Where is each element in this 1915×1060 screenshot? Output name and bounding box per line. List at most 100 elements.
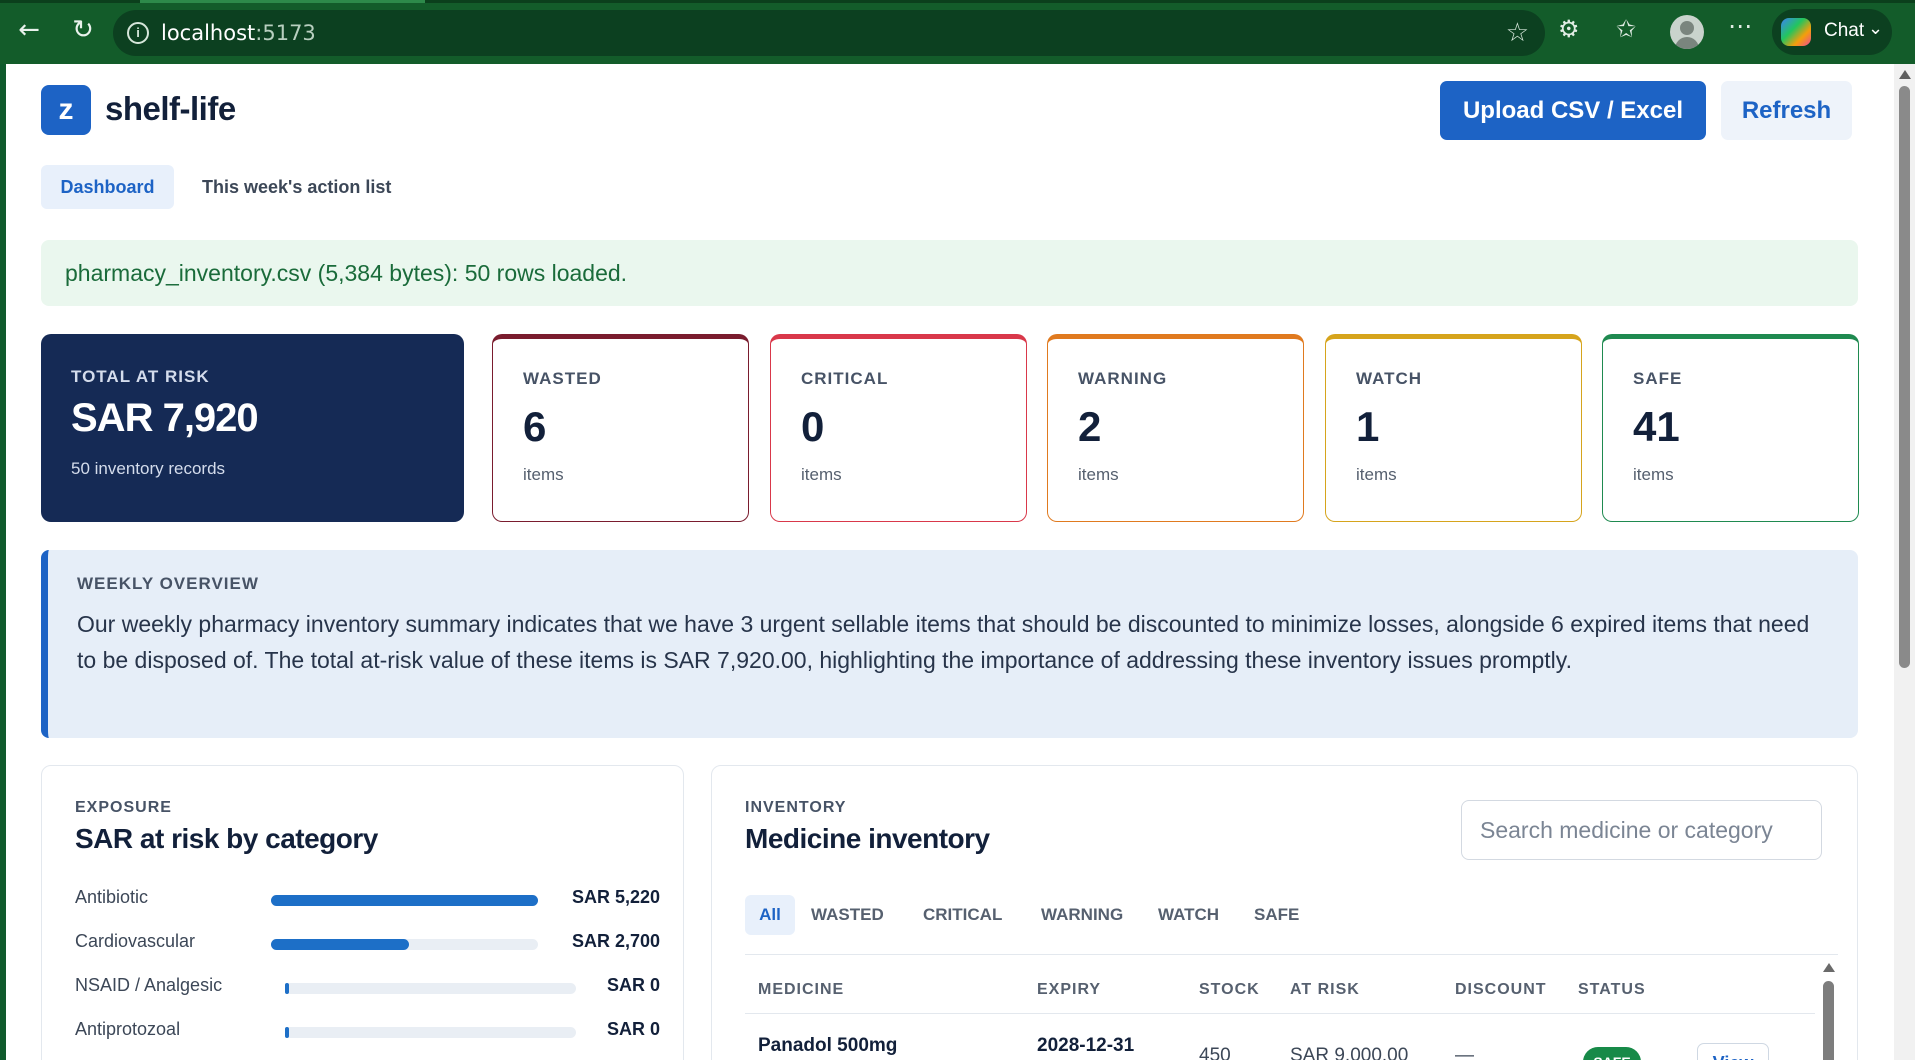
stat-unit: items [1633, 465, 1674, 484]
total-at-risk-label: TOTAL AT RISK [71, 367, 210, 386]
stat-label: WATCH [1356, 369, 1423, 388]
page-scroll-thumb[interactable] [1899, 86, 1910, 668]
view-button[interactable]: View [1697, 1043, 1769, 1060]
column-header-expiry[interactable]: EXPIRY [1037, 981, 1101, 999]
tab-strip [0, 0, 1915, 3]
filter-watch[interactable]: WATCH [1158, 895, 1219, 935]
page-scrollbar[interactable] [1894, 64, 1915, 1060]
dashboard-page: z shelf-life Upload CSV / Excel Refresh … [6, 64, 1894, 1060]
stock-count: 450 [1199, 1045, 1231, 1060]
exposure-eyebrow: EXPOSURE [75, 799, 172, 816]
stat-unit: items [523, 465, 564, 484]
app-name: shelf-life [105, 90, 236, 127]
filter-wasted[interactable]: WASTED [811, 895, 884, 935]
status-badge: SAFE [1583, 1047, 1641, 1060]
column-header-stock[interactable]: STOCK [1199, 981, 1260, 999]
table-scrollbar[interactable] [1820, 955, 1838, 1060]
column-header-discount[interactable]: DISCOUNT [1455, 981, 1547, 999]
tab-action-list[interactable]: This week's action list [202, 165, 391, 209]
active-tab-indicator [140, 0, 425, 3]
extensions-puzzle-icon[interactable]: ⚙ [1558, 15, 1580, 43]
upload-csv-button[interactable]: Upload CSV / Excel [1440, 81, 1706, 140]
table-scroll-thumb[interactable] [1823, 981, 1834, 1060]
copilot-logo-icon [1781, 18, 1811, 46]
category-value: SAR 0 [606, 975, 660, 995]
address-url[interactable]: localhost:5173 [161, 21, 316, 45]
category-row: Antibiotic SAR 5,220 [75, 883, 660, 913]
stat-label: CRITICAL [801, 369, 889, 388]
favorites-icon[interactable]: ✩ [1616, 15, 1636, 43]
column-header-status[interactable]: STATUS [1578, 981, 1646, 999]
chat-label: Chat [1824, 20, 1865, 41]
address-bar[interactable]: i localhost:5173 ☆ [113, 10, 1545, 56]
total-at-risk-card: TOTAL AT RISK SAR 7,920 50 inventory rec… [41, 334, 464, 522]
weekly-overview-label: WEEKLY OVERVIEW [77, 574, 259, 593]
browser-toolbar: ← ↻ i localhost:5173 ☆ ⚙ ✩ ⋯ Chat ⌄ [0, 0, 1915, 64]
category-value: SAR 5,220 [571, 887, 660, 907]
category-value: SAR 0 [606, 1019, 660, 1039]
category-bar-track [271, 895, 538, 906]
discount-value: — [1455, 1045, 1474, 1060]
category-value: SAR 2,700 [571, 931, 660, 951]
refresh-button[interactable]: Refresh [1721, 81, 1852, 140]
stat-card-critical[interactable]: CRITICAL 0 items [770, 334, 1027, 522]
scroll-up-arrow-icon[interactable] [1823, 963, 1835, 972]
stat-label: SAFE [1633, 369, 1683, 388]
stat-unit: items [801, 465, 842, 484]
search-input[interactable] [1461, 800, 1822, 860]
stat-unit: items [1078, 465, 1119, 484]
filter-critical[interactable]: CRITICAL [923, 895, 1002, 935]
category-row: Antiprotozoal SAR 0 [75, 1015, 660, 1045]
column-header-at-risk[interactable]: AT RISK [1290, 981, 1360, 999]
upload-status-notice: pharmacy_inventory.csv (5,384 bytes): 50… [41, 240, 1858, 306]
tab-dashboard[interactable]: Dashboard [41, 165, 174, 209]
category-row: Cardiovascular SAR 2,700 [75, 927, 660, 957]
weekly-overview-text: Our weekly pharmacy inventory summary in… [77, 611, 1810, 673]
stat-card-safe[interactable]: SAFE 41 items [1602, 334, 1859, 522]
app-logo: z [41, 85, 91, 135]
category-name: NSAID / Analgesic [75, 975, 223, 995]
scroll-up-arrow-icon[interactable] [1899, 70, 1911, 79]
site-info-icon[interactable]: i [127, 22, 149, 44]
category-bar-track [285, 983, 576, 994]
exposure-card: EXPOSURE SAR at risk by category Antibio… [41, 765, 684, 1060]
exposure-title: SAR at risk by category [75, 823, 378, 854]
category-name: Antiprotozoal [75, 1019, 181, 1039]
category-bar-track [285, 1027, 576, 1038]
category-name: Antibiotic [75, 887, 149, 907]
filter-safe[interactable]: SAFE [1254, 895, 1299, 935]
stat-unit: items [1356, 465, 1397, 484]
total-records-count: 50 inventory records [71, 459, 226, 478]
weekly-overview-panel: WEEKLY OVERVIEW Our weekly pharmacy inve… [41, 550, 1858, 738]
total-at-risk-value: SAR 7,920 [71, 396, 259, 440]
page-viewport: z shelf-life Upload CSV / Excel Refresh … [6, 64, 1894, 1060]
profile-avatar[interactable] [1670, 15, 1704, 49]
column-header-medicine[interactable]: MEDICINE [758, 981, 844, 999]
filter-all[interactable]: All [745, 895, 795, 935]
stat-card-warning[interactable]: WARNING 2 items [1047, 334, 1304, 522]
inventory-card: INVENTORY Medicine inventory All WASTED … [711, 765, 1858, 1060]
inventory-eyebrow: INVENTORY [745, 799, 847, 816]
inventory-title: Medicine inventory [745, 823, 990, 854]
category-name: Cardiovascular [75, 931, 196, 951]
header-divider [745, 1013, 1815, 1014]
stat-label: WARNING [1078, 369, 1168, 388]
category-bar-fill [285, 1027, 289, 1038]
stat-value: 2 [1078, 403, 1102, 450]
reload-icon[interactable]: ↻ [66, 13, 100, 47]
stat-card-wasted[interactable]: WASTED 6 items [492, 334, 749, 522]
favorite-star-icon[interactable]: ☆ [1506, 18, 1529, 48]
inventory-table: MEDICINE EXPIRY STOCK AT RISK DISCOUNT S… [745, 954, 1838, 1060]
medicine-name: Panadol 500mg [758, 1035, 898, 1056]
copilot-chat-button[interactable]: Chat ⌄ [1772, 9, 1892, 55]
stat-card-watch[interactable]: WATCH 1 items [1325, 334, 1582, 522]
more-menu-icon[interactable]: ⋯ [1728, 12, 1752, 40]
stat-value: 1 [1356, 403, 1380, 450]
category-bar-fill [271, 939, 410, 950]
stat-value: 0 [801, 403, 825, 450]
category-row: NSAID / Analgesic SAR 0 [75, 971, 660, 1001]
filter-warning[interactable]: WARNING [1041, 895, 1123, 935]
category-bar-fill [271, 895, 538, 906]
chevron-down-icon: ⌄ [1868, 18, 1884, 39]
back-arrow-icon[interactable]: ← [12, 13, 46, 47]
